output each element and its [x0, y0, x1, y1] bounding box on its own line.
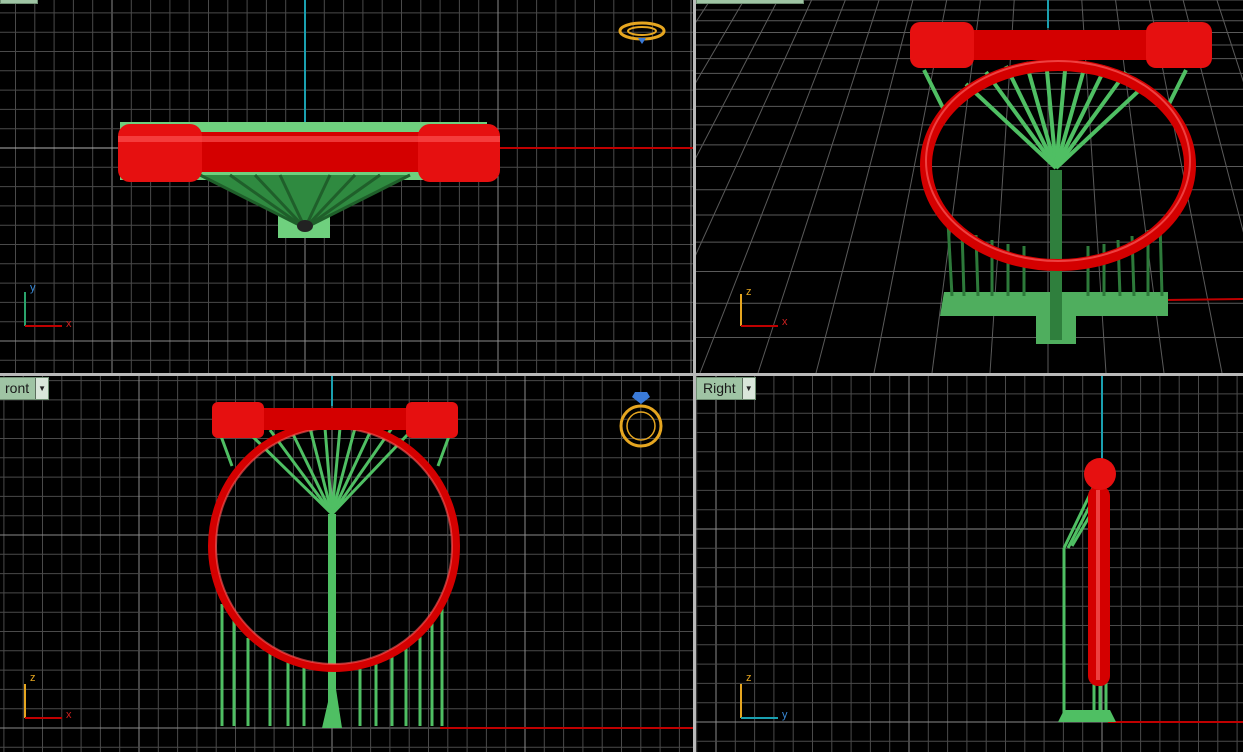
viewport-tab-front[interactable]: ront ▼ [0, 377, 50, 400]
ring-view-icon [619, 392, 663, 448]
grid [0, 376, 693, 752]
viewport-label: ront [5, 380, 30, 396]
viewport-tab-top[interactable] [0, 0, 38, 4]
axis-label-x: x [782, 316, 788, 328]
viewport-perspective[interactable]: z x [696, 0, 1243, 373]
bar-end-left [212, 402, 264, 438]
fan-supports [922, 59, 1188, 170]
axis-label-z: z [746, 672, 752, 684]
grid-line [815, 0, 914, 373]
chevron-down-icon[interactable]: ▼ [741, 378, 755, 399]
axis-label-y: y [30, 282, 36, 294]
ring-view-icon [618, 21, 666, 44]
bar-end-right [1146, 22, 1212, 68]
grid-line [696, 0, 711, 23]
axis-label-x: x [66, 318, 72, 330]
axis-label-y: y [782, 709, 788, 721]
chevron-down-icon[interactable]: ▼ [35, 378, 49, 399]
axis-label-z: z [746, 286, 752, 298]
viewport-tab-right[interactable]: Right ▼ [696, 377, 756, 400]
axis-indicator-perspective [740, 294, 778, 327]
top-view-canvas [0, 0, 693, 373]
front-view-canvas [0, 376, 693, 752]
viewport-front[interactable]: ront ▼ z x [0, 376, 693, 752]
bar-end-left [118, 124, 202, 182]
x-axis-line [1165, 298, 1243, 301]
viewport-label: Right [703, 380, 736, 396]
viewport-top[interactable]: y x [0, 0, 693, 373]
axis-label-z: z [30, 672, 36, 684]
model-bar-end [1084, 458, 1116, 490]
grid-line [1216, 0, 1243, 83]
viewport-tab-perspective[interactable] [696, 0, 804, 4]
bar-end-right [418, 124, 500, 182]
viewport-right[interactable]: Right ▼ z y [696, 376, 1243, 752]
axis-label-x: x [66, 709, 72, 721]
bar-end-left [910, 22, 974, 68]
bar-end-right [406, 402, 458, 438]
central-stem [1050, 170, 1062, 340]
viewport-divider-horizontal[interactable] [0, 373, 1243, 376]
fan-supports [216, 427, 454, 516]
viewport-divider-vertical[interactable] [693, 0, 696, 752]
